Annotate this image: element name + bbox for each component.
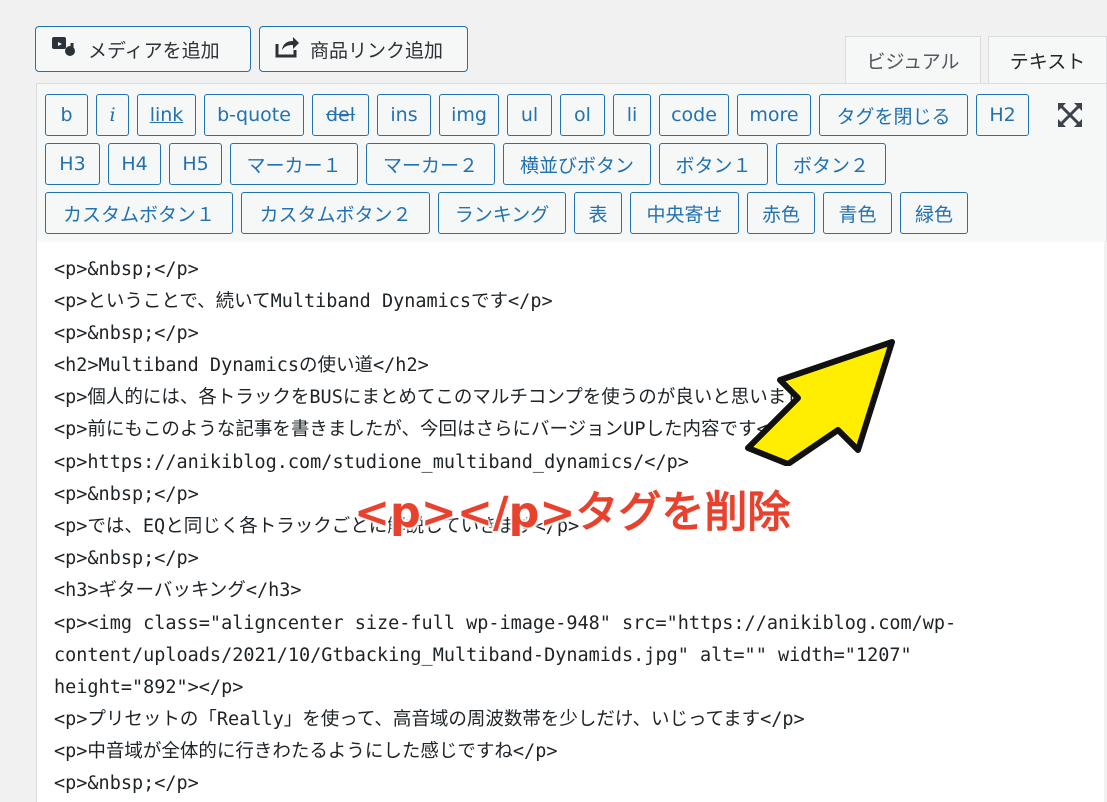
qt-ol-button[interactable]: ol — [560, 94, 605, 136]
editor-line: height="892"></p> — [54, 677, 244, 698]
qt-h2-button[interactable]: H2 — [976, 94, 1029, 136]
add-media-button[interactable]: メディアを追加 — [35, 26, 251, 72]
qt-side-by-side-button[interactable]: 横並びボタン — [503, 143, 651, 185]
qt-ranking-button[interactable]: ランキング — [438, 192, 566, 234]
qt-marker2-button[interactable]: マーカー２ — [366, 143, 495, 185]
editor-line: <p>&nbsp;</p> — [54, 323, 199, 344]
editor-line: <p>&nbsp;</p> — [54, 773, 199, 794]
qt-marker1-button[interactable]: マーカー１ — [230, 143, 358, 185]
editor-line: <p>中音域が全体的に行きわたるようにした感じですね</p> — [54, 741, 558, 762]
qt-link-button[interactable]: link — [137, 94, 196, 136]
qt-del-button[interactable]: del — [312, 94, 369, 136]
quicktags-row-1: b i link b-quote del ins img ul ol li co… — [45, 94, 1029, 136]
qt-bquote-button[interactable]: b-quote — [204, 94, 304, 136]
qt-custom-button2[interactable]: カスタムボタン２ — [241, 192, 430, 234]
qt-button2-button[interactable]: ボタン２ — [776, 143, 886, 185]
tab-text-label: テキスト — [1009, 50, 1086, 73]
qt-red-button[interactable]: 赤色 — [747, 192, 815, 234]
editor-line: <p>&nbsp;</p> — [54, 484, 199, 505]
qt-table-button[interactable]: 表 — [574, 192, 622, 234]
qt-h5-button[interactable]: H5 — [169, 143, 222, 185]
qt-more-button[interactable]: more — [737, 94, 811, 136]
qt-green-button[interactable]: 緑色 — [900, 192, 968, 234]
qt-h3-button[interactable]: H3 — [45, 143, 100, 185]
editor-line: <p><img class="aligncenter size-full wp-… — [54, 613, 957, 634]
annotation-text: <p></p>タグを削除 — [353, 487, 791, 539]
editor-line: content/uploads/2021/10/Gtbacking_Multib… — [54, 645, 912, 666]
tab-visual[interactable]: ビジュアル — [845, 36, 981, 83]
qt-ul-button[interactable]: ul — [507, 94, 552, 136]
annotation-arrow — [745, 339, 895, 466]
qt-custom-button1[interactable]: カスタムボタン１ — [45, 192, 233, 234]
qt-bold-button[interactable]: b — [45, 94, 88, 136]
tab-text[interactable]: テキスト — [988, 36, 1107, 83]
media-icon — [50, 33, 78, 66]
qt-img-button[interactable]: img — [439, 94, 499, 136]
quicktags-row-2: H3 H4 H5 マーカー１ マーカー２ 横並びボタン ボタン１ ボタン２ — [45, 143, 886, 185]
qt-italic-button[interactable]: i — [96, 94, 129, 136]
qt-li-button[interactable]: li — [613, 94, 651, 136]
editor-line: <h3>ギターバッキング</h3> — [54, 580, 302, 601]
share-link-icon — [274, 35, 300, 64]
add-media-label: メディアを追加 — [88, 39, 220, 62]
tab-visual-label: ビジュアル — [866, 50, 960, 73]
editor-line: <p>ということで、続いてMultiband Dynamicsです</p> — [54, 291, 553, 312]
qt-h4-button[interactable]: H4 — [108, 143, 161, 185]
qt-blue-button[interactable]: 青色 — [823, 192, 892, 234]
qt-center-button[interactable]: 中央寄せ — [630, 192, 739, 234]
editor-line: <p>プリセットの「Really」を使って、高音域の周波数帯を少しだけ、いじって… — [54, 709, 805, 730]
quicktags-row-3: カスタムボタン１ カスタムボタン２ ランキング 表 中央寄せ 赤色 青色 緑色 — [45, 192, 968, 234]
qt-close-tags-button[interactable]: タグを閉じる — [819, 94, 968, 136]
editor-line: <p>&nbsp;</p> — [54, 259, 199, 280]
qt-code-button[interactable]: code — [659, 94, 729, 136]
editor-line: <h2>Multiband Dynamicsの使い道</h2> — [54, 355, 429, 376]
add-product-link-label: 商品リンク追加 — [310, 39, 444, 62]
qt-button1-button[interactable]: ボタン１ — [659, 143, 768, 185]
quicktags-toolbar: b i link b-quote del ins img ul ol li co… — [36, 83, 1107, 242]
qt-ins-button[interactable]: ins — [377, 94, 431, 136]
editor-line: <p>https://anikiblog.com/studione_multib… — [54, 452, 689, 473]
editor-line: <p>前にもこのような記事を書きましたが、今回はさらにバージョンUPした内容です… — [54, 419, 802, 440]
editor-line: <p>&nbsp;</p> — [54, 548, 199, 569]
add-product-link-button[interactable]: 商品リンク追加 — [259, 26, 468, 72]
fullscreen-icon[interactable] — [1053, 98, 1087, 132]
